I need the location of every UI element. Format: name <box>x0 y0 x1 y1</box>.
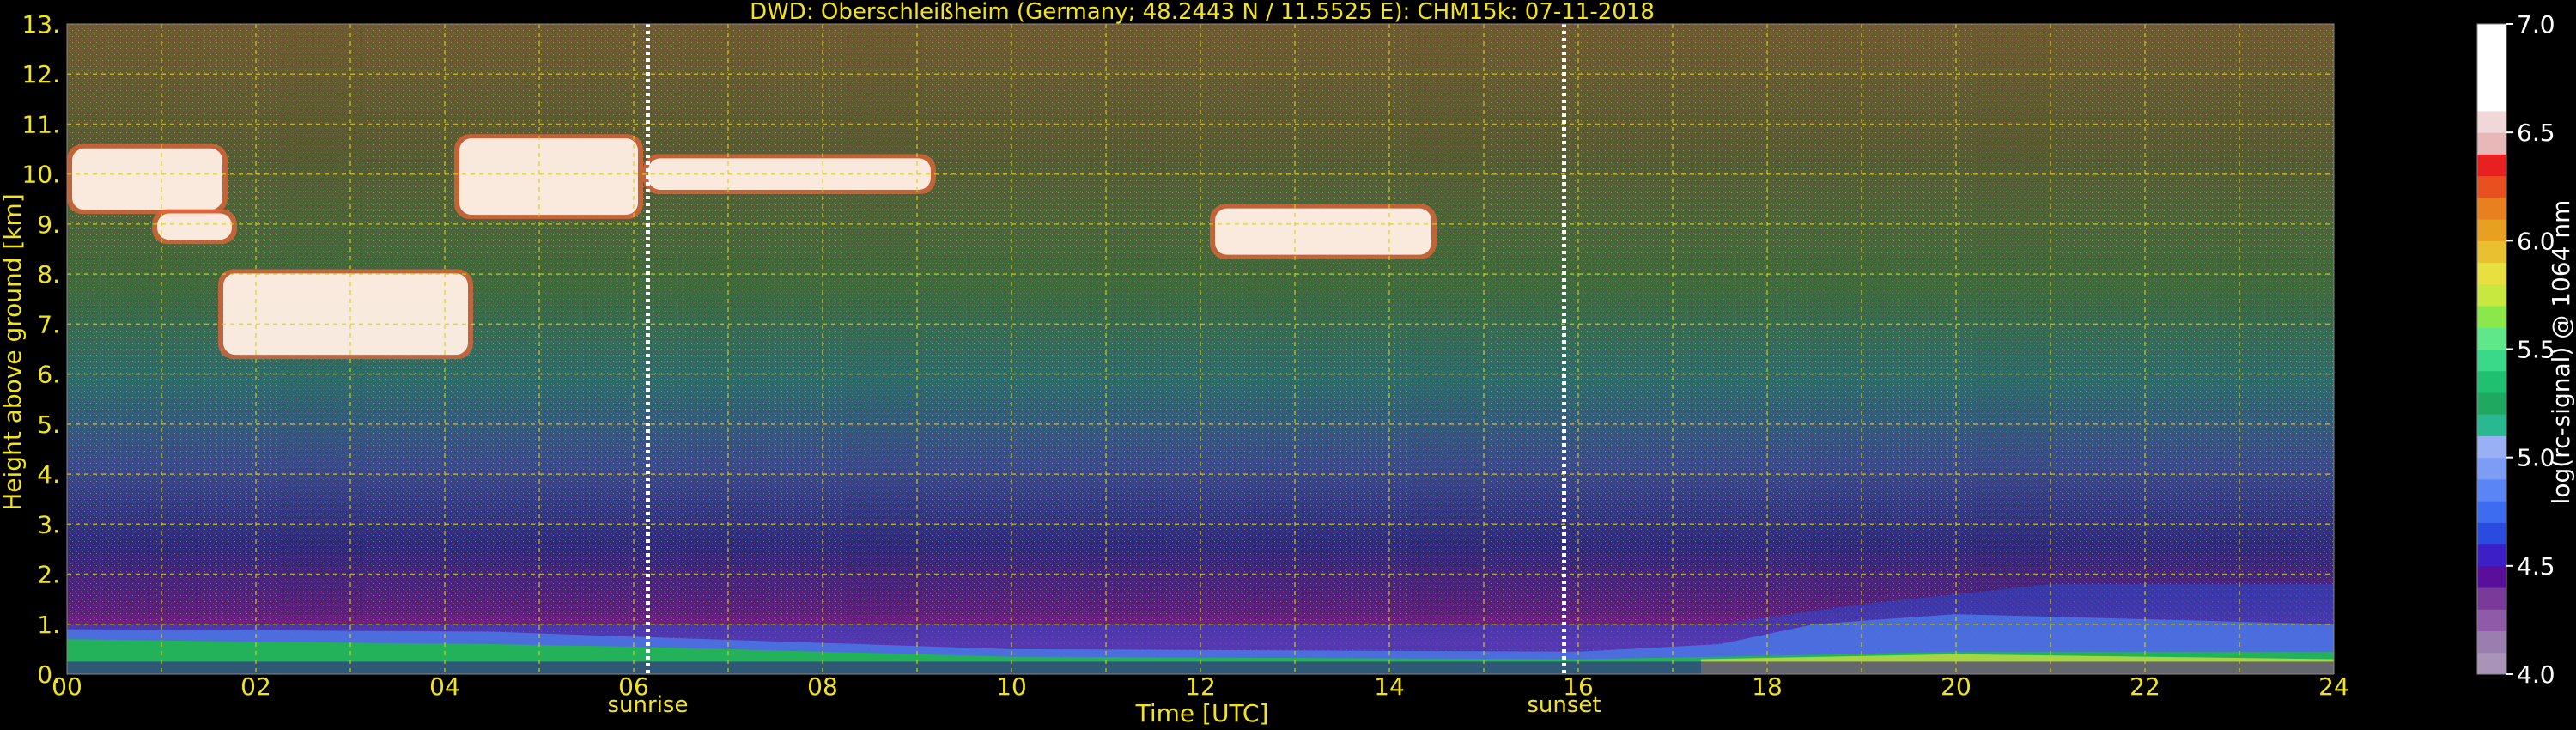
colorbar-segment <box>2477 175 2506 198</box>
chart-title: DWD: Oberschleißheim (Germany; 48.2443 N… <box>750 0 1655 25</box>
x-tick-label: 14 <box>1374 672 1405 701</box>
colorbar-segment <box>2477 306 2506 328</box>
colorbar-segment <box>2477 132 2506 155</box>
y-tick-label: 13. <box>21 10 60 39</box>
y-tick-label: 1. <box>37 611 60 639</box>
x-tick-label: 08 <box>807 672 838 701</box>
colorbar: 4.04.55.05.56.06.57.0 <box>2476 10 2555 689</box>
colorbar-segment <box>2477 349 2506 372</box>
ceilometer-chart: sunrise sunset00 02 04 06 08 10 12 14 16 18 20 22 240… <box>0 0 2575 727</box>
colorbar-tick-label: 7.0 <box>2517 10 2555 39</box>
x-tick-label: 06 <box>618 672 649 701</box>
colorbar-segment <box>2477 46 2506 68</box>
colorbar-segment <box>2477 67 2506 90</box>
colorbar-segment <box>2477 219 2506 241</box>
colorbar-segment <box>2477 457 2506 480</box>
colorbar-segment <box>2477 587 2506 610</box>
y-tick-label: 2. <box>37 561 60 589</box>
x-tick-label: 18 <box>1752 672 1783 701</box>
x-tick-label: 12 <box>1185 672 1216 701</box>
colorbar-segment <box>2477 283 2506 307</box>
colorbar-segment <box>2477 240 2506 264</box>
y-tick-label: 0. <box>37 660 60 689</box>
colorbar-label: log(rc-signal) @ 1064 nm <box>2547 200 2575 505</box>
y-tick-label: 9. <box>37 210 60 239</box>
colorbar-segment <box>2477 522 2506 545</box>
y-tick-label: 7. <box>37 310 60 338</box>
x-tick-label: 04 <box>429 672 460 701</box>
y-axis-label: Height above ground [km] <box>0 193 27 511</box>
cloud-patch-0 <box>72 148 222 210</box>
y-tick-label: 10. <box>21 161 60 189</box>
y-tick-label: 4. <box>37 460 60 489</box>
x-tick-label: 10 <box>996 672 1027 701</box>
cloud-patch-2 <box>223 273 468 356</box>
y-tick-label: 5. <box>37 411 60 439</box>
colorbar-segment <box>2477 478 2506 502</box>
colorbar-segment <box>2477 565 2506 588</box>
cloud-patch-3 <box>459 138 638 216</box>
colorbar-segment <box>2477 24 2506 46</box>
colorbar-segment <box>2477 197 2506 220</box>
x-tick-label: 02 <box>240 672 271 701</box>
colorbar-segment <box>2477 414 2506 436</box>
colorbar-segment <box>2477 652 2506 675</box>
x-tick-label: 16 <box>1563 672 1594 701</box>
x-tick-label: 22 <box>2129 672 2160 701</box>
x-tick-label: 20 <box>1941 672 1971 701</box>
colorbar-segment <box>2477 544 2506 567</box>
colorbar-segment <box>2477 110 2506 133</box>
y-tick-label: 6. <box>37 361 60 389</box>
cloud-patch-1 <box>157 213 232 240</box>
colorbar-segment <box>2477 609 2506 632</box>
colorbar-segment <box>2477 327 2506 350</box>
colorbar-segment <box>2477 392 2506 415</box>
y-tick-label: 3. <box>37 510 60 538</box>
colorbar-segment <box>2477 501 2506 523</box>
colorbar-tick-label: 4.5 <box>2517 552 2555 581</box>
colorbar-segment <box>2477 154 2506 177</box>
cloud-patch-5 <box>1215 208 1431 255</box>
colorbar-segment <box>2477 630 2506 654</box>
y-tick-label: 12. <box>21 60 60 88</box>
colorbar-segment <box>2477 262 2506 285</box>
y-tick-label: 8. <box>37 260 60 289</box>
colorbar-tick-label: 4.0 <box>2517 660 2555 689</box>
x-axis-label: Time [UTC] <box>1135 699 1269 727</box>
x-tick-label: 24 <box>2318 672 2349 701</box>
colorbar-segment <box>2477 88 2506 112</box>
colorbar-segment <box>2477 370 2506 393</box>
colorbar-tick-label: 6.5 <box>2517 119 2555 147</box>
colorbar-segment <box>2477 435 2506 459</box>
y-tick-label: 11. <box>21 110 60 138</box>
